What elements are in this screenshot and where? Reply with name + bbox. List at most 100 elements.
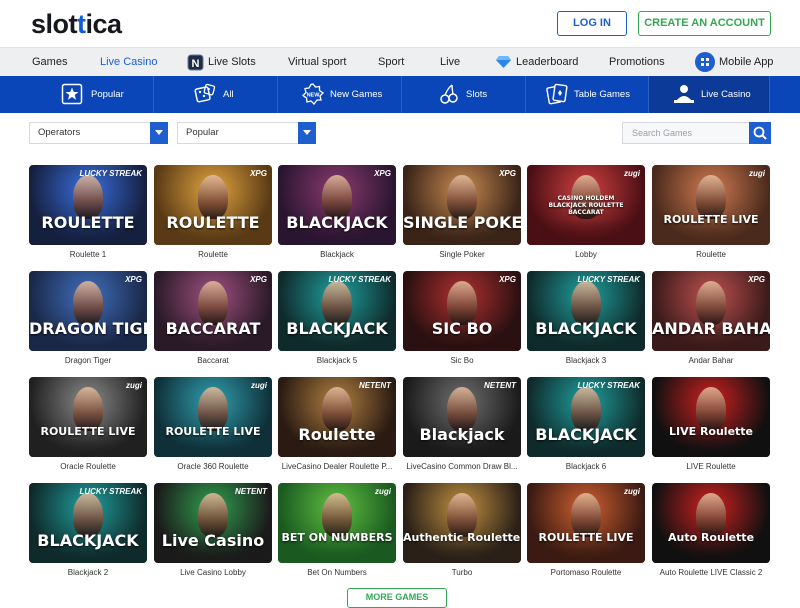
- category-tab-label: Popular: [91, 89, 124, 100]
- nav-item-label: Virtual sport: [288, 56, 347, 68]
- game-name[interactable]: Baccarat: [154, 356, 272, 365]
- svg-text:NEW: NEW: [307, 93, 321, 99]
- game-name[interactable]: Roulette 1: [29, 250, 147, 259]
- category-tab-live-casino[interactable]: Live Casino: [649, 76, 770, 113]
- game-name[interactable]: Blackjack: [278, 250, 396, 259]
- game-name[interactable]: Bet On Numbers: [278, 568, 396, 577]
- operators-select-value: Operators: [38, 127, 81, 138]
- provider-badge: LUCKY STREAK: [328, 275, 391, 284]
- game-name[interactable]: Blackjack 6: [527, 462, 645, 471]
- provider-badge: XPG: [499, 169, 516, 178]
- sort-select[interactable]: Popular: [177, 122, 316, 144]
- nav-item-leaderboard[interactable]: Leaderboard: [495, 48, 578, 76]
- provider-badge: XPG: [125, 275, 142, 284]
- top-header: slottica LOG IN CREATE AN ACCOUNT: [0, 0, 800, 47]
- create-account-button[interactable]: CREATE AN ACCOUNT: [638, 11, 771, 36]
- game-name[interactable]: Auto Roulette LIVE Classic 2: [652, 568, 770, 577]
- game-art-title: Roulette: [298, 425, 376, 444]
- game-art-title: CASINO HOLDEM BLACKJACK ROULETTE BACCARA…: [548, 195, 624, 216]
- category-tab-slots[interactable]: Slots: [402, 76, 526, 113]
- game-name[interactable]: Live Casino Lobby: [154, 568, 272, 577]
- game-name[interactable]: Blackjack 2: [29, 568, 147, 577]
- nav-item-sport[interactable]: Sport: [378, 48, 404, 76]
- nav-item-label: Sport: [378, 56, 405, 68]
- game-name[interactable]: Blackjack 5: [278, 356, 396, 365]
- game-name[interactable]: Sic Bo: [403, 356, 521, 365]
- nav-item-promotions[interactable]: Promotions: [609, 48, 665, 76]
- site-logo[interactable]: slottica: [31, 9, 122, 40]
- game-thumbnail[interactable]: XPG ROULETTE: [154, 165, 272, 245]
- game-name[interactable]: Roulette: [154, 250, 272, 259]
- game-thumbnail[interactable]: XPG BLACKJACK: [278, 165, 396, 245]
- game-thumbnail[interactable]: LUCKY STREAK ROULETTE: [29, 165, 147, 245]
- game-thumbnail[interactable]: XPG SIC BO: [403, 271, 521, 351]
- category-tab-new-games[interactable]: NEW New Games: [278, 76, 402, 113]
- game-name[interactable]: Single Poker: [403, 250, 521, 259]
- game-thumbnail[interactable]: zugi ROULETTE LIVE: [652, 165, 770, 245]
- game-thumbnail[interactable]: NETENT Blackjack: [403, 377, 521, 457]
- game-art-title: SINGLE POKER: [403, 213, 521, 232]
- game-thumbnail[interactable]: NETENT Roulette: [278, 377, 396, 457]
- game-thumbnail[interactable]: zugi BET ON NUMBERS: [278, 483, 396, 563]
- game-thumbnail[interactable]: XPG BACCARAT: [154, 271, 272, 351]
- game-art-title: ROULETTE LIVE: [663, 213, 759, 226]
- category-tab-label: Table Games: [574, 89, 630, 100]
- search-button[interactable]: [749, 122, 771, 144]
- nav-item-label: Leaderboard: [516, 56, 579, 68]
- provider-badge: zugi: [375, 487, 391, 496]
- game-thumbnail[interactable]: NETENT Live Casino: [154, 483, 272, 563]
- nav-item-label: Mobile App: [719, 56, 774, 68]
- category-tab-table-games[interactable]: Table Games: [526, 76, 649, 113]
- game-name[interactable]: Turbo: [403, 568, 521, 577]
- game-thumbnail[interactable]: XPG ANDAR BAHAR: [652, 271, 770, 351]
- provider-badge: LUCKY STREAK: [577, 275, 640, 284]
- nav-item-games[interactable]: Games: [32, 48, 67, 76]
- provider-badge: LUCKY STREAK: [79, 487, 142, 496]
- category-tab-popular[interactable]: Popular: [31, 76, 154, 113]
- search-input[interactable]: Search Games: [622, 122, 750, 144]
- game-thumbnail[interactable]: Authentic Roulette TURBO: [403, 483, 521, 563]
- game-name[interactable]: Oracle 360 Roulette: [154, 462, 272, 471]
- game-art-title: ROULETTE LIVE: [165, 425, 261, 438]
- game-name[interactable]: Andar Bahar: [652, 356, 770, 365]
- game-name[interactable]: Blackjack 3: [527, 356, 645, 365]
- game-name[interactable]: LiveCasino Common Draw Bl...: [403, 462, 521, 471]
- nav-item-live-casino[interactable]: Live Casino: [100, 48, 157, 76]
- game-thumbnail[interactable]: zugi ROULETTE LIVE: [154, 377, 272, 457]
- game-thumbnail[interactable]: LUCKY STREAK BLACKJACK: [527, 271, 645, 351]
- category-tab-label: All: [223, 89, 234, 100]
- game-thumbnail[interactable]: XPG SINGLE POKER: [403, 165, 521, 245]
- star-icon: [61, 83, 83, 105]
- game-name[interactable]: Dragon Tiger: [29, 356, 147, 365]
- svg-text:N: N: [192, 58, 200, 70]
- login-button[interactable]: LOG IN: [557, 11, 627, 36]
- nav-item-label: Live: [440, 56, 461, 68]
- game-name[interactable]: Roulette: [652, 250, 770, 259]
- game-thumbnail[interactable]: Auto Roulette: [652, 483, 770, 563]
- game-name[interactable]: Lobby: [527, 250, 645, 259]
- game-name[interactable]: LiveCasino Dealer Roulette P...: [278, 462, 396, 471]
- new-badge-icon: NEW: [302, 83, 324, 105]
- game-art-title: LIVE Roulette: [668, 425, 754, 438]
- game-thumbnail[interactable]: zugi ROULETTE LIVE: [527, 483, 645, 563]
- nav-item-live[interactable]: Live: [440, 48, 460, 76]
- game-thumbnail[interactable]: LUCKY STREAK BLACKJACK: [29, 483, 147, 563]
- nav-item-live-slots[interactable]: N Live Slots: [187, 48, 256, 76]
- game-thumbnail[interactable]: LUCKY STREAK BLACKJACK: [278, 271, 396, 351]
- game-thumbnail[interactable]: zugi CASINO HOLDEM BLACKJACK ROULETTE BAC…: [527, 165, 645, 245]
- game-thumbnail[interactable]: XPG DRAGON TIGER: [29, 271, 147, 351]
- game-thumbnail[interactable]: LIVE Roulette: [652, 377, 770, 457]
- game-thumbnail[interactable]: zugi ROULETTE LIVE: [29, 377, 147, 457]
- more-games-button[interactable]: MORE GAMES: [347, 588, 447, 608]
- category-nav: Popular All NEW New Games Slots Table Ga…: [0, 76, 800, 113]
- game-art-title: BLACKJACK: [286, 213, 388, 232]
- operators-select[interactable]: Operators: [29, 122, 168, 144]
- nav-item-mobile-app[interactable]: Mobile App: [695, 48, 773, 76]
- provider-badge: LUCKY STREAK: [577, 381, 640, 390]
- game-name[interactable]: LIVE Roulette: [652, 462, 770, 471]
- game-name[interactable]: Oracle Roulette: [29, 462, 147, 471]
- game-thumbnail[interactable]: LUCKY STREAK BLACKJACK: [527, 377, 645, 457]
- category-tab-all[interactable]: All: [154, 76, 278, 113]
- game-name[interactable]: Portomaso Roulette: [527, 568, 645, 577]
- nav-item-virtual-sport[interactable]: Virtual sport: [288, 48, 347, 76]
